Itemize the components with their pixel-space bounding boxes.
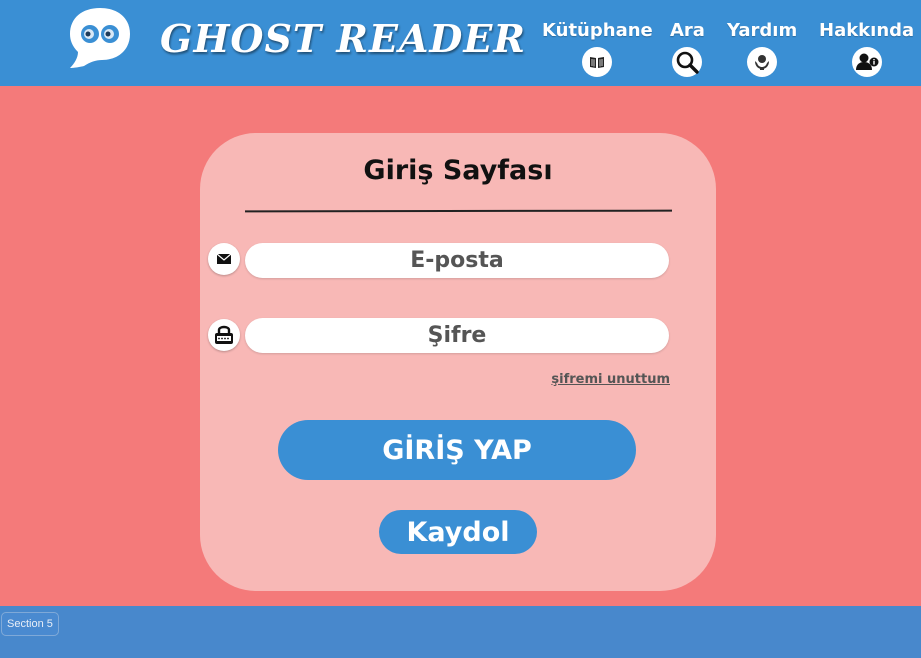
envelope-icon: [208, 243, 240, 275]
ghost-reader-logo-icon[interactable]: [68, 6, 132, 70]
user-info-icon[interactable]: [851, 47, 882, 77]
nav-item-library[interactable]: Kütüphane: [542, 20, 653, 77]
nav-label-about: Hakkında: [819, 20, 915, 41]
page-title: Giriş Sayfası: [363, 155, 553, 186]
top-navigation-bar: GHOST READER Kütüphane Ara Yardım Hakkın…: [0, 0, 921, 86]
password-field[interactable]: [245, 318, 669, 353]
nav-item-help[interactable]: Yardım: [727, 20, 797, 77]
nav-item-search[interactable]: Ara: [670, 20, 705, 77]
brand-title[interactable]: GHOST READER: [160, 16, 526, 61]
title-divider: [244, 209, 673, 213]
nav-label-help: Yardım: [727, 20, 798, 41]
nav-item-about[interactable]: Hakkında: [819, 20, 914, 77]
search-icon[interactable]: [672, 47, 703, 77]
password-lock-icon: [208, 319, 240, 351]
email-field[interactable]: [245, 243, 669, 278]
nav-label-library: Kütüphane: [542, 20, 653, 41]
register-button[interactable]: Kaydol: [379, 510, 537, 554]
forgot-password-link[interactable]: şifremi unuttum: [551, 372, 670, 387]
login-card: Giriş Sayfası şifremi unuttum GİRİŞ YAP …: [200, 133, 716, 591]
library-icon[interactable]: [582, 47, 613, 77]
nav-label-search: Ara: [670, 20, 705, 41]
footer-bar: Section 5: [0, 606, 921, 658]
section-badge: Section 5: [1, 612, 59, 636]
help-hands-icon[interactable]: [747, 47, 778, 77]
login-button[interactable]: GİRİŞ YAP: [278, 420, 636, 480]
